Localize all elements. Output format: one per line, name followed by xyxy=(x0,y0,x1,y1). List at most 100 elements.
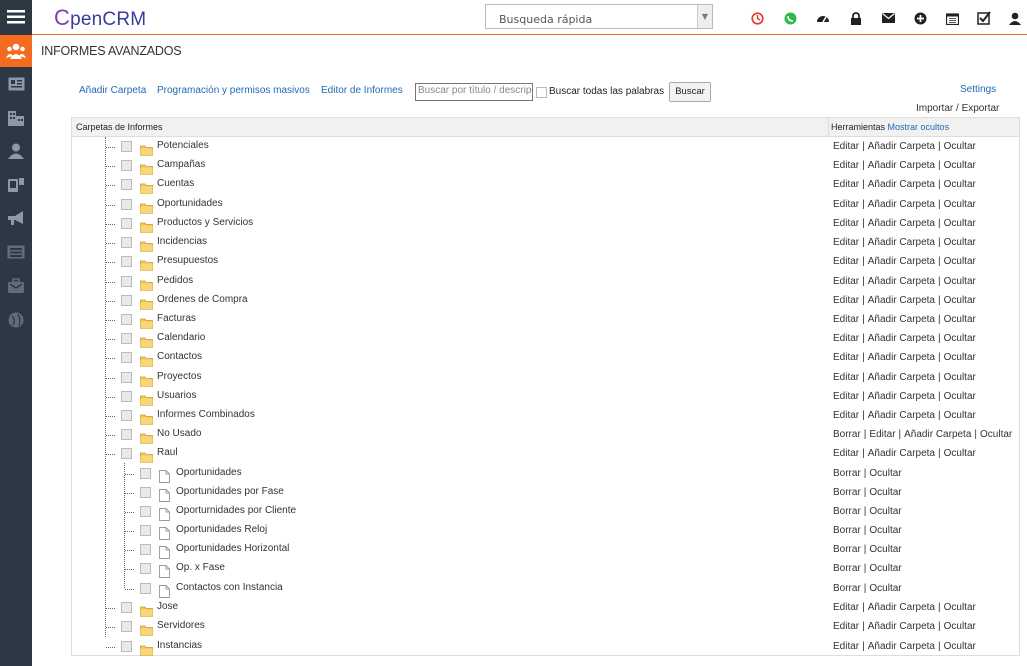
row-checkbox[interactable] xyxy=(121,621,132,632)
tool-ocultar-link[interactable]: Ocultar xyxy=(980,429,1012,440)
report-link[interactable]: Op. x Fase xyxy=(176,562,225,573)
report-row[interactable]: Op. x Fase Borrar | Ocultar xyxy=(72,559,1019,578)
row-checkbox[interactable] xyxy=(121,295,132,306)
report-link[interactable]: Contactos con Instancia xyxy=(176,582,283,593)
tool-a-adir-carpeta-link[interactable]: Añadir Carpeta xyxy=(868,295,935,306)
report-row[interactable]: Oportunidades Reloj Borrar | Ocultar xyxy=(72,521,1019,540)
whatsapp-icon[interactable] xyxy=(782,10,798,26)
tool-a-adir-carpeta-link[interactable]: Añadir Carpeta xyxy=(868,237,935,248)
chevron-down-icon[interactable]: ▼ xyxy=(697,5,712,28)
tool-editar-link[interactable]: Editar xyxy=(833,160,859,171)
folder-row[interactable]: Servidores Editar | Añadir Carpeta | Ocultar xyxy=(72,617,1019,636)
report-link[interactable]: Oportunidades Horizontal xyxy=(176,543,289,554)
tool-ocultar-link[interactable]: Ocultar xyxy=(944,448,976,459)
tool-borrar-link[interactable]: Borrar xyxy=(833,429,861,440)
row-checkbox[interactable] xyxy=(121,372,132,383)
quick-search-select[interactable]: Busqueda rápida ▼ xyxy=(485,4,713,29)
folder-label[interactable]: Calendario xyxy=(157,332,205,343)
tool-editar-link[interactable]: Editar xyxy=(833,179,859,190)
tool-ocultar-link[interactable]: Ocultar xyxy=(944,160,976,171)
row-checkbox[interactable] xyxy=(121,179,132,190)
report-row[interactable]: Oporturnidades por Cliente Borrar | Ocultar xyxy=(72,502,1019,521)
phone-card-icon[interactable] xyxy=(0,170,32,200)
folder-row[interactable]: Usuarios Editar | Añadir Carpeta | Ocultar xyxy=(72,387,1019,406)
row-checkbox[interactable] xyxy=(140,563,151,574)
folder-label[interactable]: Facturas xyxy=(157,313,196,324)
tool-editar-link[interactable]: Editar xyxy=(833,448,859,459)
tool-editar-link[interactable]: Editar xyxy=(869,429,895,440)
row-checkbox[interactable] xyxy=(121,218,132,229)
person-icon[interactable] xyxy=(0,136,32,166)
settings-link[interactable]: Settings xyxy=(960,84,996,95)
menu-icon[interactable] xyxy=(0,2,32,32)
tool-ocultar-link[interactable]: Ocultar xyxy=(944,218,976,229)
row-checkbox[interactable] xyxy=(121,333,132,344)
folder-label[interactable]: Jose xyxy=(157,601,178,612)
tool-ocultar-link[interactable]: Ocultar xyxy=(869,563,901,574)
folder-label[interactable]: Ordenes de Compra xyxy=(157,294,248,305)
tool-a-adir-carpeta-link[interactable]: Añadir Carpeta xyxy=(868,179,935,190)
tool-ocultar-link[interactable]: Ocultar xyxy=(944,276,976,287)
tool-borrar-link[interactable]: Borrar xyxy=(833,563,861,574)
report-link[interactable]: Oportunidades por Fase xyxy=(176,486,284,497)
tool-editar-link[interactable]: Editar xyxy=(833,410,859,421)
folder-label[interactable]: Potenciales xyxy=(157,140,209,151)
tool-ocultar-link[interactable]: Ocultar xyxy=(944,314,976,325)
row-checkbox[interactable] xyxy=(121,141,132,152)
folder-row[interactable]: Calendario Editar | Añadir Carpeta | Ocultar xyxy=(72,329,1019,348)
tool-a-adir-carpeta-link[interactable]: Añadir Carpeta xyxy=(868,621,935,632)
all-words-checkbox[interactable] xyxy=(536,87,547,98)
tool-a-adir-carpeta-link[interactable]: Añadir Carpeta xyxy=(868,352,935,363)
tool-ocultar-link[interactable]: Ocultar xyxy=(869,583,901,594)
row-checkbox[interactable] xyxy=(140,487,151,498)
tool-ocultar-link[interactable]: Ocultar xyxy=(869,487,901,498)
folder-row[interactable]: No Usado Borrar | Editar | Añadir Carpeta | Ocu… xyxy=(72,425,1019,444)
schedule-permissions-link[interactable]: Programación y permisos masivos xyxy=(157,85,310,96)
tool-a-adir-carpeta-link[interactable]: Añadir Carpeta xyxy=(868,410,935,421)
tool-borrar-link[interactable]: Borrar xyxy=(833,544,861,555)
tool-a-adir-carpeta-link[interactable]: Añadir Carpeta xyxy=(868,391,935,402)
tool-a-adir-carpeta-link[interactable]: Añadir Carpeta xyxy=(904,429,971,440)
tool-editar-link[interactable]: Editar xyxy=(833,256,859,267)
dashboard-icon[interactable] xyxy=(815,10,831,26)
tool-editar-link[interactable]: Editar xyxy=(833,295,859,306)
folder-label[interactable]: Usuarios xyxy=(157,390,196,401)
tool-a-adir-carpeta-link[interactable]: Añadir Carpeta xyxy=(868,276,935,287)
megaphone-icon[interactable] xyxy=(0,203,32,233)
tool-ocultar-link[interactable]: Ocultar xyxy=(944,199,976,210)
tool-a-adir-carpeta-link[interactable]: Añadir Carpeta xyxy=(868,602,935,613)
tool-editar-link[interactable]: Editar xyxy=(833,352,859,363)
row-checkbox[interactable] xyxy=(121,160,132,171)
tool-editar-link[interactable]: Editar xyxy=(833,333,859,344)
folder-row[interactable]: Ordenes de Compra Editar | Añadir Carpeta | O… xyxy=(72,291,1019,310)
search-input[interactable]: Buscar por título / descripción xyxy=(415,83,533,101)
tool-editar-link[interactable]: Editar xyxy=(833,391,859,402)
tool-a-adir-carpeta-link[interactable]: Añadir Carpeta xyxy=(868,448,935,459)
tool-borrar-link[interactable]: Borrar xyxy=(833,468,861,479)
tool-editar-link[interactable]: Editar xyxy=(833,218,859,229)
tool-borrar-link[interactable]: Borrar xyxy=(833,583,861,594)
tool-ocultar-link[interactable]: Ocultar xyxy=(944,410,976,421)
tool-editar-link[interactable]: Editar xyxy=(833,602,859,613)
folder-label[interactable]: Cuentas xyxy=(157,178,194,189)
row-checkbox[interactable] xyxy=(121,276,132,287)
tool-editar-link[interactable]: Editar xyxy=(833,314,859,325)
clock-icon[interactable] xyxy=(749,10,765,26)
tool-editar-link[interactable]: Editar xyxy=(833,621,859,632)
folder-label[interactable]: Informes Combinados xyxy=(157,409,255,420)
folder-row[interactable]: Potenciales Editar | Añadir Carpeta | Ocultar xyxy=(72,137,1019,156)
tool-ocultar-link[interactable]: Ocultar xyxy=(944,602,976,613)
tool-ocultar-link[interactable]: Ocultar xyxy=(869,506,901,517)
folder-row[interactable]: Raul Editar | Añadir Carpeta | Ocultar xyxy=(72,444,1019,463)
row-checkbox[interactable] xyxy=(121,256,132,267)
row-checkbox[interactable] xyxy=(121,391,132,402)
report-link[interactable]: Oporturnidades por Cliente xyxy=(176,505,296,516)
tool-borrar-link[interactable]: Borrar xyxy=(833,506,861,517)
list-icon[interactable] xyxy=(0,237,32,267)
tool-ocultar-link[interactable]: Ocultar xyxy=(944,372,976,383)
tool-a-adir-carpeta-link[interactable]: Añadir Carpeta xyxy=(868,641,935,652)
row-checkbox[interactable] xyxy=(140,506,151,517)
tool-a-adir-carpeta-link[interactable]: Añadir Carpeta xyxy=(868,199,935,210)
tool-editar-link[interactable]: Editar xyxy=(833,141,859,152)
tool-ocultar-link[interactable]: Ocultar xyxy=(944,391,976,402)
